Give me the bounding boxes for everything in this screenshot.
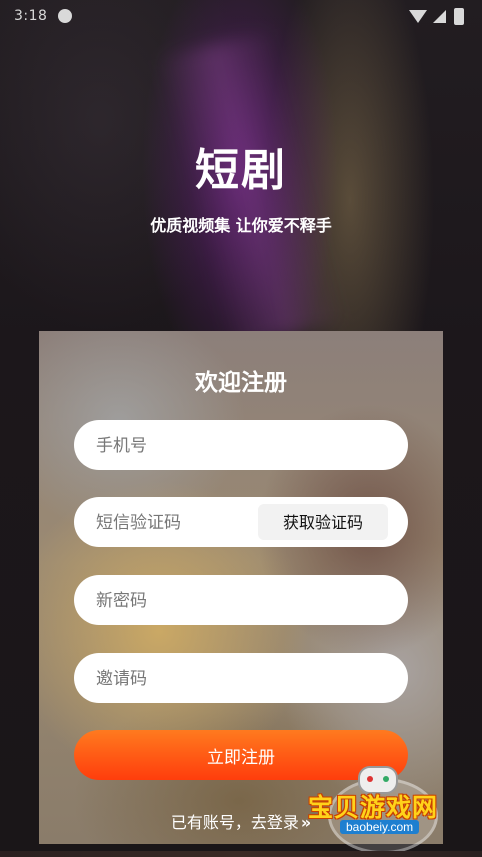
register-title: 欢迎注册 bbox=[195, 370, 287, 396]
status-time: 3:18 bbox=[14, 8, 48, 24]
invite-code-field bbox=[74, 653, 408, 705]
watermark-name: 宝贝游戏网 bbox=[308, 793, 439, 822]
sms-code-field: 获取验证码 bbox=[74, 497, 408, 549]
status-icons bbox=[409, 8, 464, 25]
app-title: 短剧 bbox=[195, 145, 287, 196]
wifi-icon bbox=[409, 10, 427, 23]
notification-icon bbox=[58, 9, 72, 23]
get-code-button[interactable]: 获取验证码 bbox=[258, 504, 388, 540]
phone-input[interactable] bbox=[94, 420, 378, 472]
watermark-url: baobeiy.com bbox=[340, 820, 420, 834]
password-field bbox=[74, 575, 408, 627]
invite-code-input[interactable] bbox=[94, 653, 378, 705]
signal-icon bbox=[433, 10, 446, 23]
login-link-text: 已有账号，去登录 bbox=[170, 813, 299, 832]
phone-field bbox=[74, 420, 408, 472]
battery-icon bbox=[454, 8, 464, 25]
bottom-strip bbox=[0, 851, 482, 857]
app-subtitle: 优质视频集 让你爱不释手 bbox=[150, 216, 332, 235]
sms-code-input[interactable] bbox=[94, 497, 258, 549]
watermark-logo: 宝贝游戏网 baobeiy.com bbox=[300, 760, 460, 854]
status-bar: 3:18 bbox=[0, 0, 482, 32]
password-input[interactable] bbox=[94, 575, 378, 627]
